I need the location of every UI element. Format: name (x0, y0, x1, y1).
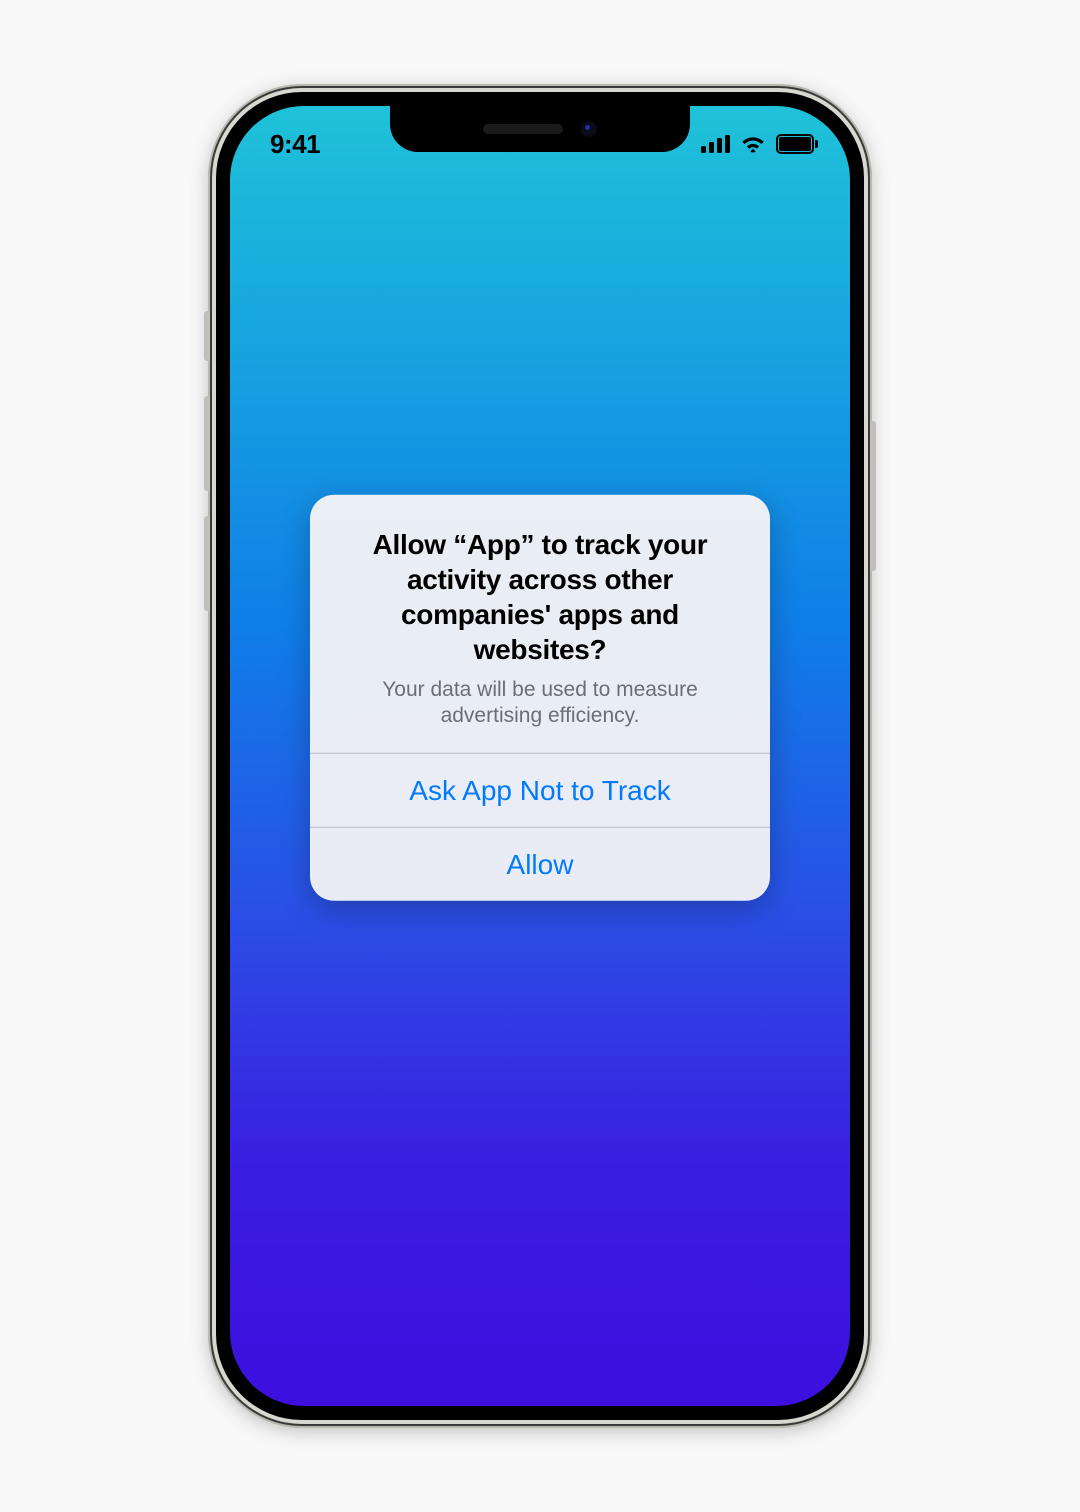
earpiece-speaker (483, 124, 563, 134)
alert-header: Allow “App” to track your activity acros… (310, 494, 770, 753)
battery-icon (776, 134, 818, 154)
screen: 9:41 Allow “App” to tr (230, 106, 850, 1406)
alert-title: Allow “App” to track your activity acros… (340, 526, 740, 666)
notch (390, 106, 690, 152)
volume-down-button (204, 516, 210, 611)
side-button (870, 421, 876, 571)
volume-up-button (204, 396, 210, 491)
alert-message: Your data will be used to measure advert… (340, 676, 740, 729)
ask-not-to-track-button[interactable]: Ask App Not to Track (310, 753, 770, 827)
status-indicators (701, 122, 818, 154)
mute-switch (204, 311, 210, 361)
cellular-icon (701, 135, 730, 153)
status-time: 9:41 (270, 117, 320, 160)
front-camera (581, 121, 597, 137)
wifi-icon (740, 134, 766, 154)
tracking-permission-alert: Allow “App” to track your activity acros… (310, 494, 770, 901)
iphone-frame: 9:41 Allow “App” to tr (210, 86, 870, 1426)
allow-button[interactable]: Allow (310, 827, 770, 901)
